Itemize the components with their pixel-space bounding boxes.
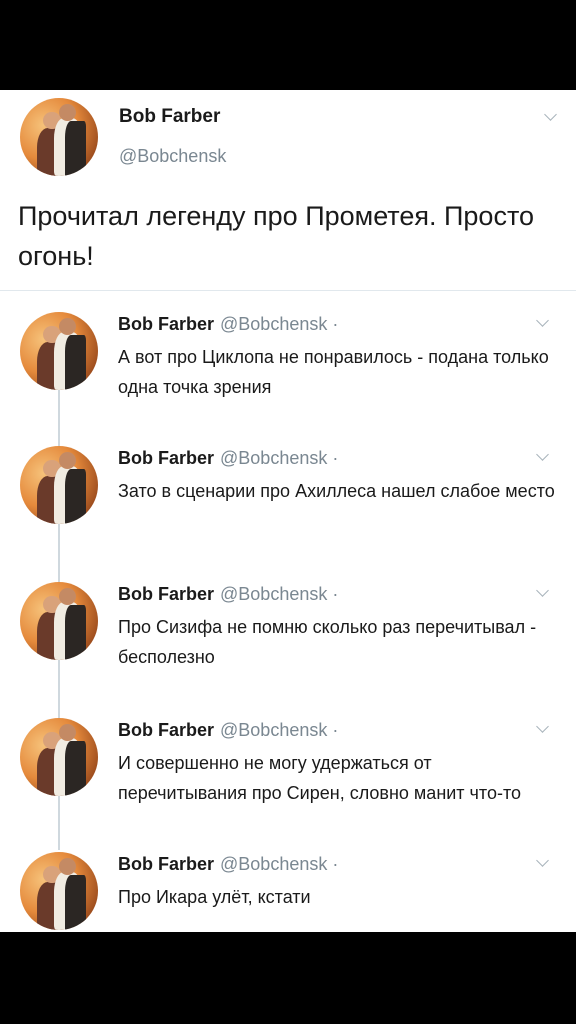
chevron-down-icon[interactable] [544,108,557,121]
avatar[interactable] [20,718,98,796]
chevron-down-icon[interactable] [536,854,549,867]
reply-header: Bob Farber @Bobchensk · [118,584,338,605]
reply-header: Bob Farber @Bobchensk · [118,314,338,335]
chevron-down-icon[interactable] [536,448,549,461]
author-name[interactable]: Bob Farber [118,720,214,740]
author-name[interactable]: Bob Farber [118,314,214,334]
author-name[interactable]: Bob Farber [118,854,214,874]
reply-text: А вот про Циклопа не понравилось - подан… [118,347,549,397]
author-handle[interactable]: @Bobchensk · [220,720,338,740]
avatar[interactable] [20,98,98,176]
reply-header: Bob Farber @Bobchensk · [118,720,338,741]
author-name[interactable]: Bob Farber [118,448,214,468]
tweet-screen: Bob Farber @Bobchensk Прочитал легенду п… [0,90,576,932]
chevron-down-icon[interactable] [536,314,549,327]
chevron-down-icon[interactable] [536,584,549,597]
author-handle[interactable]: @Bobchensk · [220,584,338,604]
avatar[interactable] [20,852,98,930]
author-name[interactable]: Bob Farber [119,106,220,128]
reply-text: Зато в сценарии про Ахиллеса нашел слабо… [118,481,555,501]
avatar[interactable] [20,312,98,390]
author-handle[interactable]: @Bobchensk · [220,854,338,874]
avatar[interactable] [20,582,98,660]
reply-header: Bob Farber @Bobchensk · [118,854,338,875]
author-name[interactable]: Bob Farber [118,584,214,604]
author-handle[interactable]: @Bobchensk · [220,314,338,334]
reply-text: Про Сизифа не помню сколько раз перечиты… [118,617,537,667]
chevron-down-icon[interactable] [536,720,549,733]
reply-text: И совершенно не могу удержаться от переч… [118,753,522,803]
reply-header: Bob Farber @Bobchensk · [118,448,338,469]
divider [0,290,576,291]
tweet-text: Прочитал легенду про Прометея. Просто ог… [18,201,535,271]
reply-text: Про Икара улёт, кстати [118,887,311,907]
author-handle[interactable]: @Bobchensk · [220,448,338,468]
avatar[interactable] [20,446,98,524]
author-handle[interactable]: @Bobchensk [119,146,226,167]
